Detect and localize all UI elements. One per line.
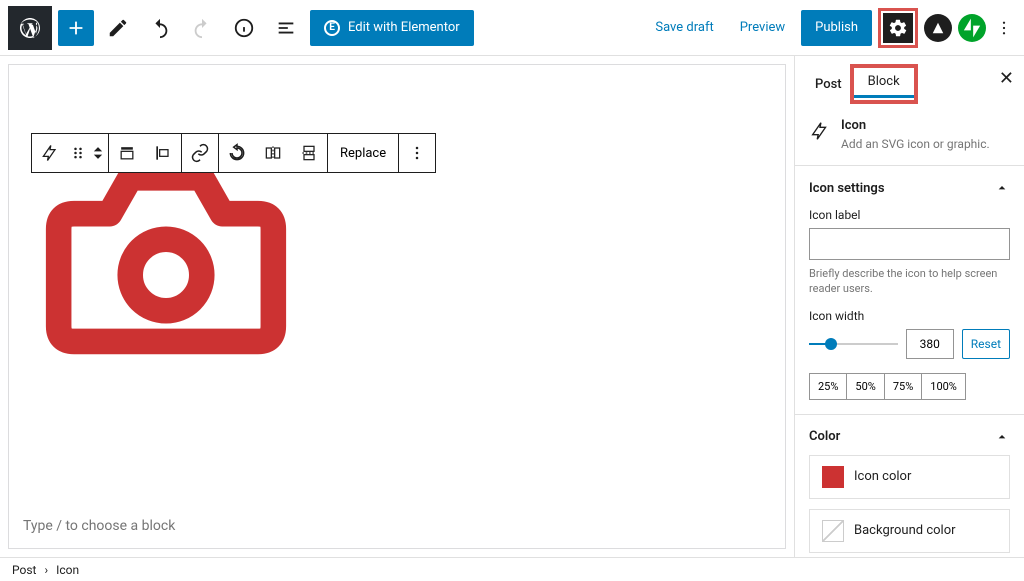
icon-width-reset-button[interactable]: Reset xyxy=(962,329,1010,359)
outline-button[interactable] xyxy=(268,10,304,46)
add-block-button[interactable] xyxy=(58,10,94,46)
breadcrumb-current[interactable]: Icon xyxy=(56,563,79,577)
tab-block[interactable]: Block xyxy=(854,74,914,98)
lightning-icon xyxy=(809,120,831,142)
edit-with-elementor-button[interactable]: E Edit with Elementor xyxy=(310,10,474,46)
gear-icon xyxy=(888,18,908,38)
block-toolbar: Replace xyxy=(31,133,436,173)
icon-color-swatch xyxy=(822,466,844,488)
icon-color-option[interactable]: Icon color xyxy=(809,455,1010,499)
move-updown-button[interactable] xyxy=(88,134,108,172)
close-sidebar-button[interactable]: ✕ xyxy=(999,68,1014,89)
settings-button[interactable] xyxy=(883,13,913,43)
flip-horizontal-button[interactable] xyxy=(255,134,291,172)
settings-sidebar: Post Block ✕ Icon Add an SVG icon or gra… xyxy=(794,56,1024,557)
info-button[interactable] xyxy=(226,10,262,46)
icon-label-hint: Briefly describe the icon to help screen… xyxy=(809,266,1010,297)
more-options-button[interactable] xyxy=(992,10,1016,46)
block-breadcrumb: Post › Icon xyxy=(0,557,1024,581)
elementor-label: Edit with Elementor xyxy=(348,20,460,35)
drag-handle[interactable] xyxy=(68,134,88,172)
preview-link[interactable]: Preview xyxy=(730,20,795,35)
preset-25[interactable]: 25% xyxy=(809,373,847,400)
rotate-button[interactable] xyxy=(219,134,255,172)
replace-button[interactable]: Replace xyxy=(328,134,398,172)
editor-canvas-wrap: Replace Type / to choose a block xyxy=(0,56,794,557)
bg-color-swatch xyxy=(822,520,844,542)
tab-block-highlight: Block xyxy=(850,64,918,104)
redo-button[interactable] xyxy=(184,10,220,46)
astra-plugin-icon[interactable] xyxy=(924,14,952,42)
undo-button[interactable] xyxy=(142,10,178,46)
icon-width-input[interactable] xyxy=(906,329,954,359)
icon-label-input[interactable] xyxy=(809,228,1010,260)
align-button[interactable] xyxy=(109,134,145,172)
editor-topbar: E Edit with Elementor Save draft Preview… xyxy=(0,0,1024,56)
wordpress-logo[interactable] xyxy=(8,6,52,50)
link-button[interactable] xyxy=(182,134,218,172)
section-color: Color Icon color Background color xyxy=(795,414,1024,557)
chevron-up-icon xyxy=(994,180,1010,196)
edit-mode-button[interactable] xyxy=(100,10,136,46)
block-appender[interactable]: Type / to choose a block xyxy=(23,518,175,534)
chevron-up-icon xyxy=(994,429,1010,445)
block-description: Add an SVG icon or graphic. xyxy=(841,137,990,151)
block-type-button[interactable] xyxy=(32,134,68,172)
block-info: Icon Add an SVG icon or graphic. xyxy=(795,104,1024,165)
settings-highlight xyxy=(878,8,918,48)
preset-100[interactable]: 100% xyxy=(921,373,966,400)
section-icon-settings: Icon settings Icon label Briefly describ… xyxy=(795,165,1024,414)
jetpack-icon[interactable] xyxy=(958,14,986,42)
sidebar-tabs: Post Block ✕ xyxy=(795,56,1024,104)
block-more-button[interactable] xyxy=(399,134,435,172)
publish-button[interactable]: Publish xyxy=(801,10,872,46)
section-header-color[interactable]: Color xyxy=(809,429,1010,445)
save-draft-link[interactable]: Save draft xyxy=(645,20,723,35)
icon-label-label: Icon label xyxy=(809,208,1010,222)
background-color-option[interactable]: Background color xyxy=(809,509,1010,553)
flip-vertical-button[interactable] xyxy=(291,134,327,172)
preset-75[interactable]: 75% xyxy=(884,373,922,400)
width-presets: 25% 50% 75% 100% xyxy=(809,373,1010,400)
breadcrumb-separator: › xyxy=(44,563,48,577)
icon-width-label: Icon width xyxy=(809,309,1010,323)
justify-button[interactable] xyxy=(145,134,181,172)
preset-50[interactable]: 50% xyxy=(846,373,884,400)
breadcrumb-root[interactable]: Post xyxy=(12,563,36,577)
block-name: Icon xyxy=(841,118,990,133)
elementor-icon: E xyxy=(324,20,340,36)
section-header-icon-settings[interactable]: Icon settings xyxy=(809,180,1010,196)
icon-width-slider[interactable] xyxy=(809,334,898,354)
tab-post[interactable]: Post xyxy=(803,67,854,102)
editor-canvas[interactable]: Replace Type / to choose a block xyxy=(8,64,786,549)
